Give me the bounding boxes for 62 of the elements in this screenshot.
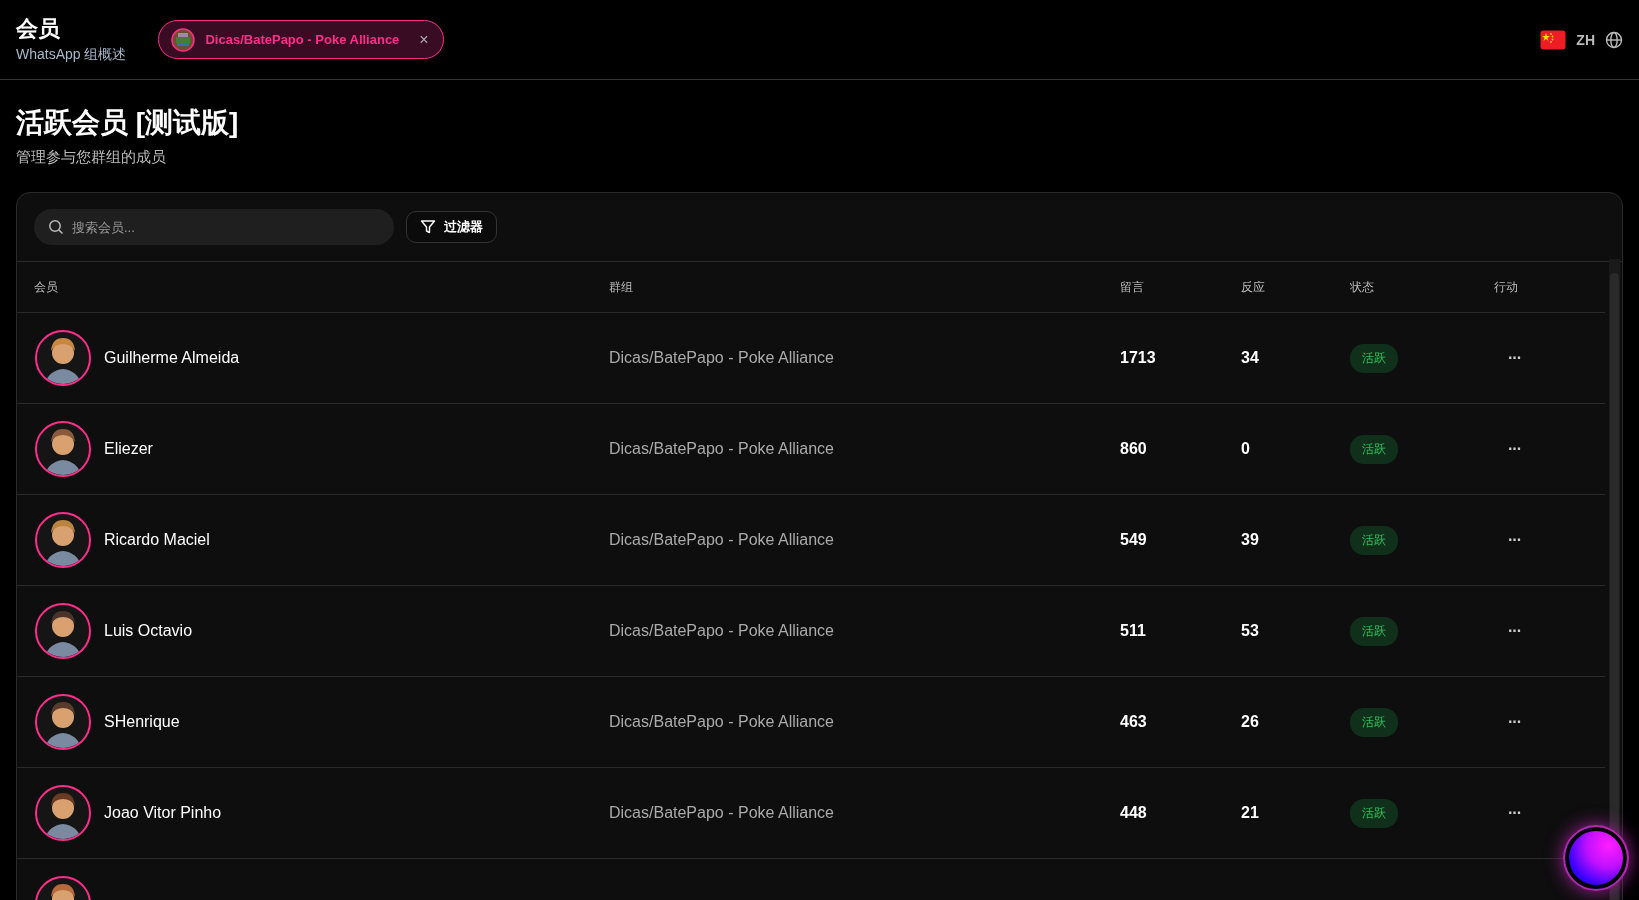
status-badge: 活跃 [1350,707,1398,737]
column-header: 留言 [1120,278,1145,296]
more-actions-button[interactable]: ··· [1504,620,1525,642]
group-avatar-icon [171,27,196,52]
more-actions-button[interactable]: ··· [1504,438,1525,460]
page-subtitle: 管理参与您群组的成员 [16,148,167,167]
avatar-icon [34,329,92,387]
page-title: 活跃会员 [测试版] [16,106,240,140]
message-count: 463 [1120,713,1148,731]
column-header: 行动 [1494,278,1519,296]
message-count: 511 [1120,622,1147,640]
message-count: 448 [1120,804,1148,822]
column-header: 群组 [609,278,634,296]
member-name: Eliezer [104,440,153,458]
filter-button[interactable]: 过滤器 [406,211,497,243]
language-code[interactable]: ZH [1576,31,1595,48]
more-actions-button[interactable]: ··· [1504,347,1525,369]
group-chip-label: Dicas/BatePapo - Poke Alliance [205,32,400,47]
globe-icon [1605,30,1623,49]
status-badge: 活跃 [1350,798,1398,828]
page-header-title: 会员 [16,15,61,42]
member-name: Guilherme Almeida [104,349,240,367]
message-count: 549 [1120,531,1148,549]
message-count: 860 [1120,440,1148,458]
group-name: Dicas/BatePapo - Poke Alliance [609,349,835,367]
status-badge: 活跃 [1350,343,1398,373]
status-badge: 活跃 [1350,525,1398,555]
more-actions-button[interactable]: ··· [1504,802,1525,824]
status-badge: 活跃 [1350,434,1398,464]
member-name: Joao Vitor Pinho [104,804,222,822]
search-field[interactable]: 搜索会员... [34,209,394,245]
group-name: Dicas/BatePapo - Poke Alliance [609,804,835,822]
column-header: 状态 [1350,278,1375,296]
china-flag-icon [1540,29,1567,50]
reaction-count: 53 [1241,622,1260,640]
group-chip[interactable]: Dicas/BatePapo - Poke Alliance × [158,20,444,59]
group-name: Dicas/BatePapo - Poke Alliance [609,440,835,458]
more-actions-button[interactable]: ··· [1504,711,1525,733]
avatar-icon [34,784,92,842]
avatar-icon [34,511,92,569]
member-name: SHenrique [104,713,180,731]
message-count: 1713 [1120,349,1157,367]
status-badge: 活跃 [1350,616,1398,646]
page-header-subtitle: WhatsApp 组概述 [16,45,127,64]
reaction-count: 34 [1241,349,1260,367]
member-name: Luis Octavio [104,622,193,640]
filter-icon [420,219,436,235]
reaction-count: 0 [1241,440,1251,458]
group-name: Dicas/BatePapo - Poke Alliance [609,531,835,549]
avatar-icon [34,693,92,751]
reaction-count: 39 [1241,531,1260,549]
reaction-count: 26 [1241,713,1260,731]
column-header: 会员 [34,278,59,296]
column-header: 反应 [1241,278,1266,296]
reaction-count: 21 [1241,804,1260,822]
more-actions-button[interactable]: ··· [1504,529,1525,551]
member-name: Ricardo Maciel [104,531,210,549]
avatar-icon [34,602,92,660]
group-name: Dicas/BatePapo - Poke Alliance [609,713,835,731]
group-name: Dicas/BatePapo - Poke Alliance [609,622,835,640]
close-icon[interactable]: × [419,30,429,49]
avatar-icon [34,420,92,478]
